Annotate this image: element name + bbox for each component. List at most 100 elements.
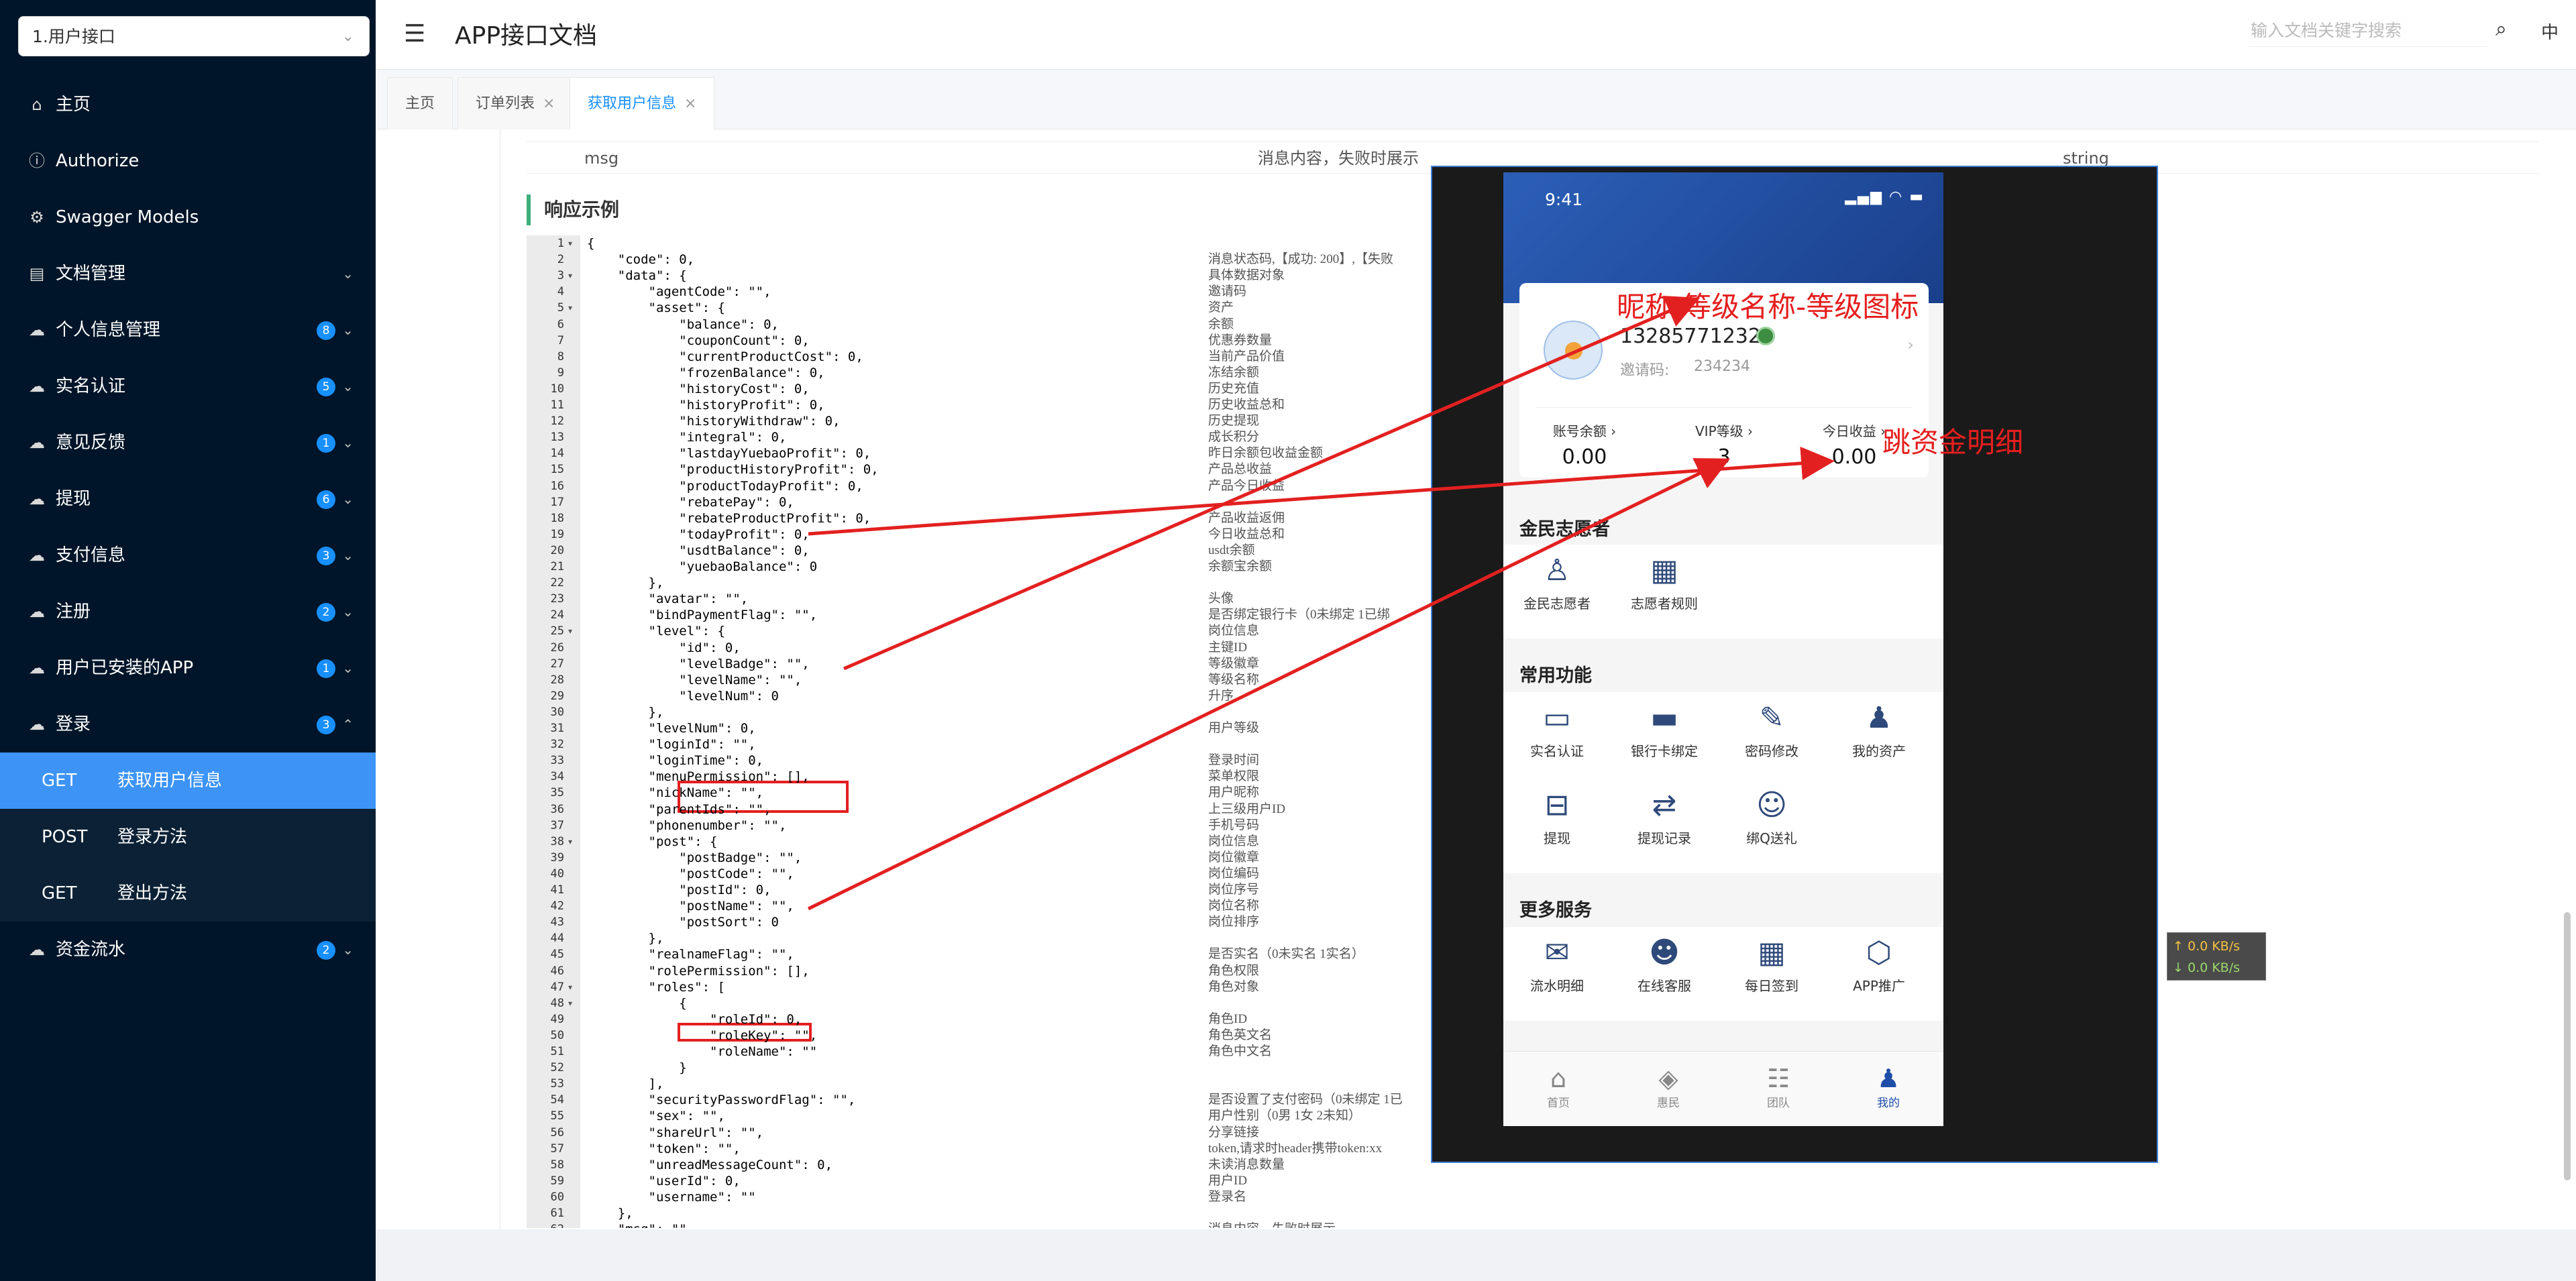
code-line: "avatar": "",: [587, 592, 749, 607]
function-item[interactable]: ✉ 流水明细: [1503, 934, 1611, 995]
code-line: "menuPermission": [],: [587, 769, 810, 785]
line-number: 31: [550, 722, 564, 735]
line-number: 7: [557, 333, 564, 347]
function-item[interactable]: ☻ 在线客服: [1611, 934, 1718, 995]
level-badge-icon: [1756, 327, 1775, 345]
sidebar-subitem[interactable]: GET 登出方法: [0, 865, 376, 922]
search-input[interactable]: 输入文档关键字搜索: [2251, 19, 2485, 47]
nav-item[interactable]: ♟ 我的: [1833, 1064, 1943, 1110]
line-number: 33: [550, 754, 564, 768]
tab-label: 主页: [405, 95, 435, 112]
sidebar-item[interactable]: ☁ 注册 2 ⌄: [0, 583, 376, 640]
language-switch[interactable]: 中: [2541, 19, 2559, 44]
code-line: "productTodayProfit": 0,: [587, 478, 863, 494]
function-label: 绑Q送礼: [1746, 830, 1797, 846]
close-icon[interactable]: ×: [543, 95, 555, 112]
function-item[interactable]: ⊟ 提现: [1503, 786, 1611, 847]
fold-icon[interactable]: ▾: [568, 979, 572, 995]
code-line: "frozenBalance": 0,: [587, 365, 825, 380]
function-item[interactable]: ▭ 实名认证: [1503, 699, 1611, 760]
response-example-title: 响应示例: [527, 194, 619, 225]
fold-icon[interactable]: ▾: [568, 623, 572, 639]
param-desc: 消息内容，失败时展示: [1258, 149, 1419, 168]
tab-user-info[interactable]: 获取用户信息 ×: [570, 77, 715, 129]
cloud-icon: ☁: [29, 433, 45, 452]
sidebar-item-label: 登录: [56, 714, 91, 734]
code-line: "data": {: [587, 268, 687, 284]
function-item[interactable]: ▦ 每日签到: [1718, 934, 1825, 995]
stat-balance[interactable]: 账号余额 › 0.00: [1521, 421, 1648, 469]
fold-icon[interactable]: ▾: [568, 235, 572, 252]
code-comment: 角色英文名: [1208, 1027, 1273, 1042]
menu-toggle-icon[interactable]: ☰: [404, 20, 425, 48]
header: ☰ APP接口文档 输入文档关键字搜索 ⌕ 中: [376, 0, 2576, 70]
code-line: "lastdayYuebaoProfit": 0,: [587, 446, 871, 461]
line-number: 49: [550, 1012, 564, 1026]
function-item[interactable]: ♟ 我的资产: [1825, 699, 1933, 760]
function-item[interactable]: ▦ 志愿者规则: [1611, 551, 1718, 612]
sidebar-item[interactable]: ⓘ Authorize: [0, 133, 376, 189]
search-icon[interactable]: ⌕: [2496, 17, 2507, 41]
code-line: "asset": {: [587, 300, 725, 316]
sidebar-item[interactable]: ⚙ Swagger Models: [0, 189, 376, 245]
function-icon: ☺: [1756, 788, 1787, 822]
sidebar-item[interactable]: ☁ 用户已安装的APP 1 ⌄: [0, 640, 376, 696]
more-grid: ✉ 流水明细 ☻ 在线客服 ▦ 每日签到 ⬡ APP推广: [1503, 927, 1943, 1021]
line-number: 26: [550, 640, 564, 655]
close-icon[interactable]: ×: [684, 95, 696, 112]
code-line: {: [587, 995, 687, 1011]
count-badge: 2: [317, 941, 335, 960]
tab-order-list[interactable]: 订单列表 ×: [458, 77, 574, 129]
sidebar-item-label: Swagger Models: [56, 207, 199, 227]
sidebar-item[interactable]: ☁ 意见反馈 1 ⌄: [0, 414, 376, 471]
fold-icon[interactable]: ▾: [568, 300, 572, 316]
code-comment: 角色权限: [1208, 963, 1260, 978]
code-line: "loginId": "",: [587, 737, 756, 753]
function-item[interactable]: ⬡ APP推广: [1825, 934, 1933, 995]
code-line: "couponCount": 0,: [587, 333, 810, 348]
scrollbar[interactable]: [2564, 912, 2571, 1180]
sidebar-item[interactable]: ☁ 实名认证 5 ⌄: [0, 358, 376, 414]
sidebar-item[interactable]: ☁ 登录 3 ⌃: [0, 696, 376, 753]
function-item[interactable]: ⇄ 提现记录: [1611, 786, 1718, 847]
sidebar-subitem[interactable]: GET 获取用户信息: [0, 753, 376, 809]
code-comment: 成长积分: [1208, 430, 1260, 445]
stat-vip[interactable]: VIP等级 › 3: [1660, 421, 1788, 469]
project-select[interactable]: 1.用户接口 ⌄: [18, 16, 370, 56]
sidebar-item-label: 用户已安装的APP: [56, 658, 194, 678]
code-comment: 岗位信息: [1208, 624, 1260, 638]
function-label: 提现记录: [1638, 830, 1691, 846]
sidebar-item[interactable]: ⌂ 主页: [0, 76, 376, 133]
line-number: 9: [557, 366, 564, 380]
function-icon: ✉: [1544, 936, 1570, 970]
function-item[interactable]: ✎ 密码修改: [1718, 699, 1825, 760]
sidebar-item[interactable]: ☁ 资金流水 2 ⌄: [0, 922, 376, 978]
function-icon: ✎: [1759, 701, 1784, 735]
fold-icon[interactable]: ▾: [568, 995, 572, 1011]
function-item[interactable]: ♙ 金民志愿者: [1503, 551, 1611, 612]
code-line: "code": 0,: [587, 252, 695, 268]
code-line: "userId": 0,: [587, 1173, 741, 1188]
fold-icon[interactable]: ▾: [568, 834, 572, 850]
line-number: 10: [550, 382, 564, 396]
nav-item[interactable]: ⌂ 首页: [1503, 1064, 1613, 1110]
nav-item[interactable]: ☷ 团队: [1723, 1064, 1833, 1110]
code-line: "productHistoryProfit": 0,: [587, 462, 879, 478]
sidebar-item[interactable]: ☁ 支付信息 3 ⌄: [0, 527, 376, 583]
sidebar-item[interactable]: ☁ 个人信息管理 8 ⌄: [0, 302, 376, 358]
fold-icon[interactable]: ▾: [568, 268, 572, 284]
line-number: 5: [557, 301, 564, 315]
code-line: {: [587, 236, 595, 251]
status-icons: ▂▄▆ ◠ ▬: [1845, 188, 1925, 205]
tab-home[interactable]: 主页: [387, 77, 453, 129]
function-item[interactable]: ☺ 绑Q送礼: [1718, 786, 1825, 847]
sidebar-item-label: 意见反馈: [56, 433, 126, 453]
code-comment: 是否绑定银行卡（0未绑定 1已绑: [1208, 608, 1390, 622]
nav-item[interactable]: ◈ 惠民: [1613, 1064, 1723, 1110]
code-line: "roleId": 0,: [587, 1011, 802, 1027]
function-item[interactable]: ▬ 银行卡绑定: [1611, 699, 1718, 760]
sidebar-item[interactable]: ▤ 文档管理 ⌄: [0, 245, 376, 302]
cloud-icon: ☁: [29, 940, 45, 959]
sidebar-item[interactable]: ☁ 提现 6 ⌄: [0, 471, 376, 527]
sidebar-subitem[interactable]: POST 登录方法: [0, 809, 376, 865]
